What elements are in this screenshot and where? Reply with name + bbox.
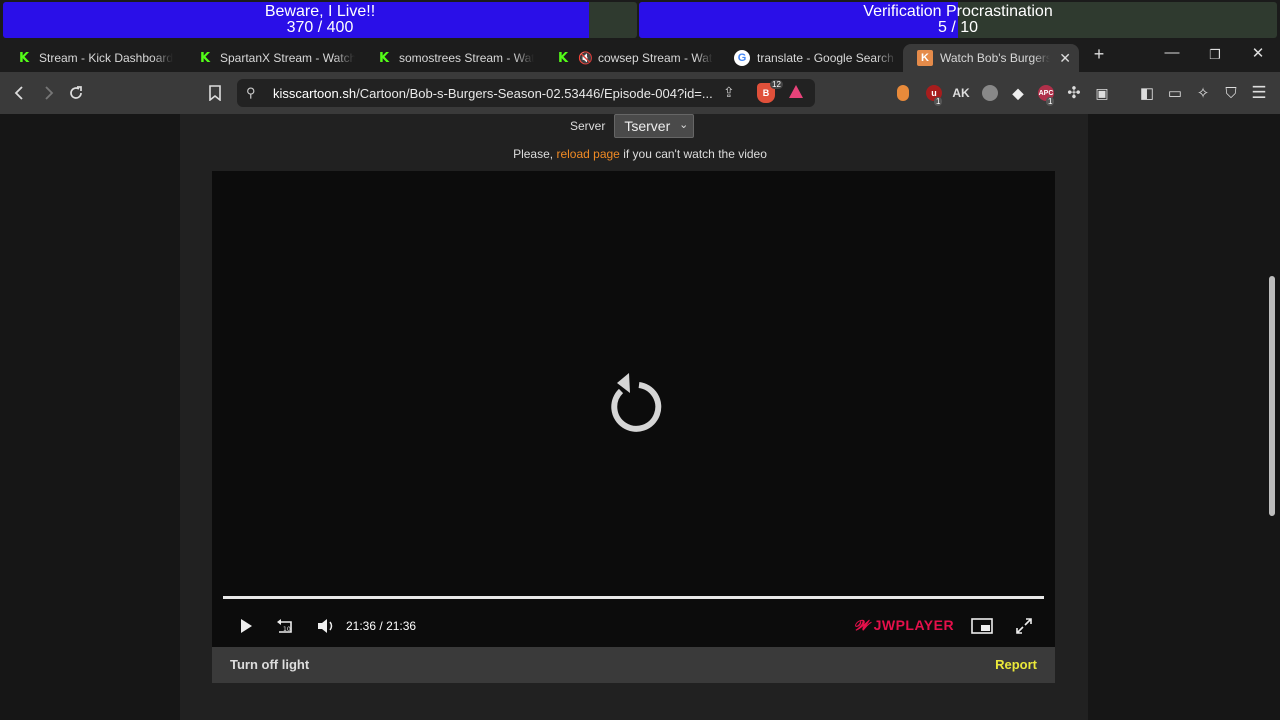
google-icon: G: [734, 50, 750, 66]
goal-bar-1: Beware, I Live!! 370 / 400: [3, 2, 637, 38]
bookmark-icon[interactable]: [203, 81, 227, 105]
url-path: /Cartoon/Bob-s-Burgers-Season-02.53446/E…: [356, 86, 713, 101]
address-bar[interactable]: ⚲ kisscartoon.sh/Cartoon/Bob-s-Burgers-S…: [237, 79, 815, 107]
kisscartoon-icon: K: [917, 50, 933, 66]
replay-icon[interactable]: [603, 373, 665, 439]
svg-text:10: 10: [283, 626, 291, 633]
page-viewport: Server Tserver ⌄ Please, reload page if …: [0, 114, 1280, 720]
play-icon[interactable]: [238, 618, 254, 634]
time-display: 21:36 / 21:36: [346, 619, 416, 633]
new-tab-button[interactable]: +: [1084, 44, 1114, 65]
close-window-icon[interactable]: ✕: [1243, 44, 1273, 62]
progress-bar[interactable]: [223, 596, 1044, 599]
tab-kick-dashboard[interactable]: K Stream - Kick Dashboard: [2, 44, 182, 72]
site-info-icon[interactable]: ⚲: [246, 85, 256, 101]
pip-icon[interactable]: [971, 617, 993, 635]
tab-label: somostrees Stream - Watch Live: [399, 51, 534, 65]
video-player[interactable]: 10 21:36 / 21:36 𝓦 JWPLAYER: [212, 171, 1055, 647]
back-icon[interactable]: [8, 81, 32, 105]
report-button[interactable]: Report: [995, 657, 1037, 672]
extensions-puzzle-icon[interactable]: ✣: [1062, 81, 1086, 105]
tab-label: cowsep Stream - Watch Live: [597, 51, 713, 65]
extension-honey-icon[interactable]: [897, 85, 909, 101]
time-separator: /: [379, 619, 383, 633]
wallet-icon[interactable]: ▭: [1163, 81, 1187, 105]
tab-cowsep[interactable]: K 🔇 cowsep Stream - Watch Live: [541, 44, 719, 72]
menu-icon[interactable]: ☰: [1247, 81, 1271, 105]
extension-circle-icon[interactable]: [982, 85, 998, 101]
kick-icon: K: [18, 50, 30, 66]
goal-2-title: Verification Procrastination: [863, 3, 1053, 20]
goal-1-title: Beware, I Live!!: [264, 3, 376, 20]
apc-badge: 1: [1046, 97, 1055, 106]
tab-spartanx[interactable]: K SpartanX Stream - Watch Live: [183, 44, 361, 72]
tab-google-translate[interactable]: G translate - Google Search: [720, 44, 902, 72]
brave-rewards-icon[interactable]: [789, 85, 803, 98]
jwplayer-logo[interactable]: 𝓦 JWPLAYER: [854, 617, 954, 634]
extension-ak-icon[interactable]: AK: [952, 85, 969, 101]
ublock-badge: 1: [934, 97, 943, 106]
chevron-down-icon: ⌄: [679, 119, 689, 131]
scrollbar-thumb[interactable]: [1269, 276, 1275, 516]
extension-diamond-icon[interactable]: ◆: [1010, 85, 1026, 101]
tab-label: Stream - Kick Dashboard: [39, 51, 174, 65]
notice-prefix: Please,: [513, 147, 554, 161]
page-scrollbar[interactable]: [1268, 114, 1276, 720]
goal-bar-2: Verification Procrastination 5 / 10: [639, 2, 1277, 38]
tab-label: Watch Bob's Burgers Season 2: [940, 51, 1050, 65]
volume-icon[interactable]: [316, 617, 336, 635]
reload-page-link[interactable]: reload page: [556, 147, 619, 161]
reload-icon[interactable]: [64, 81, 88, 105]
player-footer-bar: Turn off light Report: [212, 647, 1055, 683]
server-selector-row: Server Tserver ⌄: [570, 114, 695, 138]
stream-goals-overlay: Beware, I Live!! 370 / 400 Verification …: [0, 0, 1280, 40]
player-controls: 10 21:36 / 21:36 𝓦 JWPLAYER: [212, 611, 1055, 641]
leo-ai-icon[interactable]: ✧: [1191, 81, 1215, 105]
sidebar-icon[interactable]: ◧: [1135, 81, 1159, 105]
rewind-10-icon[interactable]: 10: [275, 617, 295, 635]
tab-bobs-burgers[interactable]: K Watch Bob's Burgers Season 2 ✕: [903, 44, 1079, 72]
goal-1-progress: 370 / 400: [286, 19, 354, 36]
tab-label: translate - Google Search: [757, 51, 894, 65]
goal-2-progress: 5 / 10: [937, 19, 979, 36]
browser-toolbar: ⚲ kisscartoon.sh/Cartoon/Bob-s-Burgers-S…: [0, 72, 1280, 114]
notice-suffix: if you can't watch the video: [623, 147, 767, 161]
tab-strip: K Stream - Kick Dashboard K SpartanX Str…: [0, 40, 1280, 72]
url-host: kisscartoon.sh: [273, 86, 357, 101]
server-select[interactable]: Tserver ⌄: [614, 114, 695, 138]
fullscreen-icon[interactable]: [1015, 617, 1033, 635]
restore-icon[interactable]: ❐: [1200, 47, 1230, 63]
share-icon[interactable]: ⇪: [723, 84, 735, 101]
tab-label: SpartanX Stream - Watch Live: [220, 51, 355, 65]
jwplayer-brand: JWPLAYER: [873, 617, 955, 633]
reload-notice: Please, reload page if you can't watch t…: [0, 147, 1280, 161]
forward-icon[interactable]: [36, 81, 60, 105]
current-time: 21:36: [346, 619, 377, 633]
media-icon[interactable]: ▣: [1090, 81, 1114, 105]
server-select-value: Tserver: [624, 118, 671, 134]
tab-somostrees[interactable]: K somostrees Stream - Watch Live: [362, 44, 540, 72]
muted-icon[interactable]: 🔇: [578, 51, 593, 65]
kick-icon: K: [199, 50, 211, 66]
duration: 21:36: [386, 619, 417, 633]
kick-icon: K: [557, 50, 569, 66]
jwplayer-mark-icon: 𝓦: [854, 617, 870, 633]
turn-off-light-button[interactable]: Turn off light: [230, 657, 309, 672]
close-tab-icon[interactable]: ✕: [1059, 50, 1071, 67]
vpn-shield-icon[interactable]: ⛉: [1219, 81, 1243, 105]
minimize-icon[interactable]: —: [1157, 44, 1187, 61]
server-label: Server: [570, 119, 606, 133]
kick-icon: K: [378, 50, 390, 66]
shields-count-badge: 12: [770, 80, 783, 89]
